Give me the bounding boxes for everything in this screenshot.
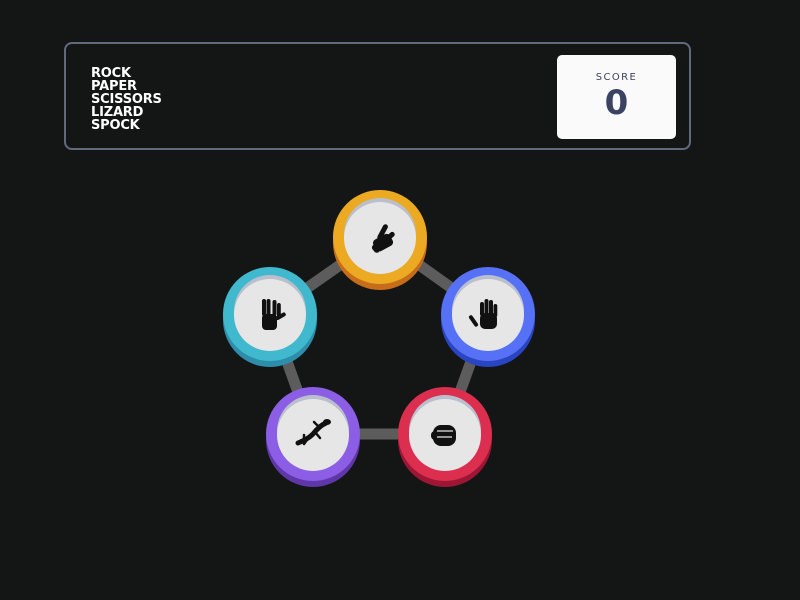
game-stage: ROCK PAPER SCISSORS LIZARD SPOCK SCORE 0 [0, 0, 800, 600]
scissors-button[interactable] [333, 190, 427, 290]
spock-button[interactable] [223, 267, 317, 367]
lizard-button[interactable] [266, 387, 360, 487]
choice-board [223, 190, 535, 487]
rock-fist-icon [431, 425, 456, 446]
choice-tokens [223, 190, 535, 487]
paper-button[interactable] [441, 267, 535, 367]
rock-button[interactable] [398, 387, 492, 487]
